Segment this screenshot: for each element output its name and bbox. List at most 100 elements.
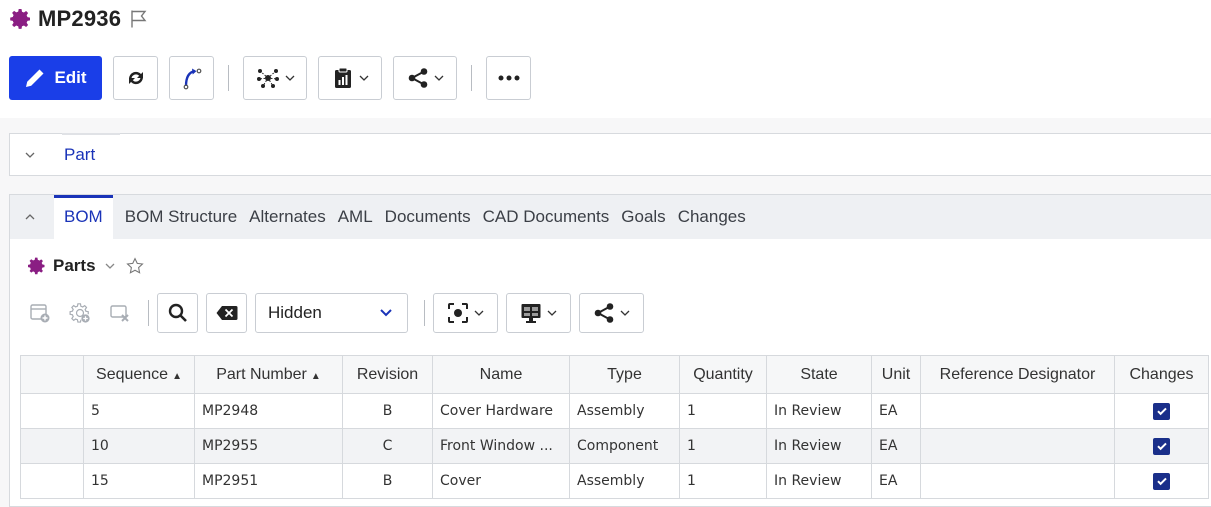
cell-revision[interactable]: B (342, 393, 433, 429)
chevron-down-icon[interactable] (104, 260, 116, 272)
flag-icon[interactable] (129, 8, 151, 30)
row-selector[interactable] (20, 393, 84, 429)
col-header-label: Sequence (96, 365, 169, 383)
col-header-unit[interactable]: Unit (871, 355, 921, 394)
cell-reference-designator[interactable] (920, 463, 1115, 499)
col-header-sequence[interactable]: Sequence ▲ (83, 355, 195, 394)
tab-changes[interactable]: Changes (678, 195, 746, 239)
cell-name[interactable]: Cover Hardware (432, 393, 570, 429)
checked-checkbox[interactable] (1153, 437, 1170, 455)
tab-bar: BOM BOM Structure Alternates AML Documen… (10, 195, 1211, 239)
cell-unit[interactable]: EA (871, 393, 921, 429)
cell-changes[interactable] (1114, 463, 1209, 499)
cell-state[interactable]: In Review (766, 463, 872, 499)
lifecycle-button[interactable] (169, 56, 214, 100)
cell-type[interactable]: Component (569, 428, 680, 464)
col-header-label: Part Number (216, 365, 307, 383)
cell-part-number[interactable]: MP2955 (194, 428, 343, 464)
table-row[interactable]: 10 MP2955 C Front Window ... Component 1… (20, 428, 1209, 464)
view-mode-select[interactable]: Hidden (255, 293, 408, 333)
toolbar-divider (148, 300, 149, 326)
cell-sequence[interactable]: 5 (83, 393, 195, 429)
cell-quantity[interactable]: 1 (679, 393, 767, 429)
cell-name[interactable]: Front Window ... (432, 428, 570, 464)
col-header-quantity[interactable]: Quantity (679, 355, 767, 394)
col-header-part-number[interactable]: Part Number ▲ (194, 355, 343, 394)
clear-search-button[interactable] (206, 293, 247, 333)
reports-dropdown[interactable] (318, 56, 382, 100)
expand-part-toggle[interactable] (10, 149, 50, 161)
add-existing-icon[interactable] (62, 295, 98, 331)
tab-cad-documents[interactable]: CAD Documents (483, 195, 610, 239)
cell-state[interactable]: In Review (766, 428, 872, 464)
cell-type[interactable]: Assembly (569, 393, 680, 429)
cell-sequence[interactable]: 10 (83, 428, 195, 464)
cell-changes[interactable] (1114, 428, 1209, 464)
structure-dropdown[interactable] (243, 56, 307, 100)
col-header-name[interactable]: Name (432, 355, 570, 394)
display-dropdown[interactable] (506, 293, 571, 333)
cell-unit[interactable]: EA (871, 463, 921, 499)
chevron-down-icon (359, 75, 368, 81)
part-section: Part (9, 133, 1211, 176)
main-toolbar: Edit (9, 56, 531, 100)
capture-dropdown[interactable] (433, 293, 498, 333)
add-new-row-icon[interactable] (22, 295, 58, 331)
tab-goals[interactable]: Goals (621, 195, 665, 239)
row-selector-header[interactable] (20, 355, 84, 394)
cell-name[interactable]: Cover (432, 463, 570, 499)
more-button[interactable] (486, 56, 531, 100)
relationships-panel: BOM BOM Structure Alternates AML Documen… (9, 194, 1211, 507)
table-row[interactable]: 15 MP2951 B Cover Assembly 1 In Review E… (20, 463, 1209, 499)
cell-type[interactable]: Assembly (569, 463, 680, 499)
parts-label: Parts (53, 256, 96, 275)
col-header-revision[interactable]: Revision (342, 355, 433, 394)
view-mode-value: Hidden (268, 303, 322, 322)
toolbar-divider (471, 65, 472, 91)
tab-alternates[interactable]: Alternates (249, 195, 326, 239)
refresh-button[interactable] (113, 56, 158, 100)
cell-changes[interactable] (1114, 393, 1209, 429)
star-icon[interactable] (125, 257, 144, 275)
col-header-changes[interactable]: Changes (1114, 355, 1209, 394)
collapse-tabs-toggle[interactable] (10, 211, 50, 223)
cell-reference-designator[interactable] (920, 393, 1115, 429)
cell-part-number[interactable]: MP2951 (194, 463, 343, 499)
tab-bom-structure[interactable]: BOM Structure (125, 195, 237, 239)
cell-reference-designator[interactable] (920, 428, 1115, 464)
checked-checkbox[interactable] (1153, 402, 1170, 420)
parts-header: Parts (27, 256, 144, 276)
share-icon (594, 303, 614, 323)
checked-checkbox[interactable] (1153, 472, 1170, 490)
table-header-row: Sequence ▲ Part Number ▲ Revision Name Typ… (20, 355, 1209, 394)
col-header-state[interactable]: State (766, 355, 872, 394)
col-header-reference-designator[interactable]: Reference Designator (920, 355, 1115, 394)
row-selector[interactable] (20, 428, 84, 464)
more-icon (498, 75, 519, 81)
tab-bom[interactable]: BOM (54, 195, 113, 239)
remove-row-icon[interactable] (102, 295, 138, 331)
col-header-type[interactable]: Type (569, 355, 680, 394)
search-button[interactable] (157, 293, 198, 333)
share-grid-dropdown[interactable] (579, 293, 644, 333)
row-selector[interactable] (20, 463, 84, 499)
cell-quantity[interactable]: 1 (679, 428, 767, 464)
part-section-label[interactable]: Part (64, 145, 95, 165)
chevron-down-icon (380, 309, 392, 317)
edit-button[interactable]: Edit (9, 56, 102, 100)
chevron-down-icon (434, 75, 443, 81)
cell-part-number[interactable]: MP2948 (194, 393, 343, 429)
table-row[interactable]: 5 MP2948 B Cover Hardware Assembly 1 In … (20, 393, 1209, 429)
cell-state[interactable]: In Review (766, 393, 872, 429)
focus-target-icon (448, 303, 468, 323)
cell-revision[interactable]: B (342, 463, 433, 499)
cell-quantity[interactable]: 1 (679, 463, 767, 499)
cell-unit[interactable]: EA (871, 428, 921, 464)
cell-sequence[interactable]: 15 (83, 463, 195, 499)
chevron-down-icon (474, 310, 484, 316)
tab-aml[interactable]: AML (338, 195, 373, 239)
tab-documents[interactable]: Documents (385, 195, 471, 239)
cell-revision[interactable]: C (342, 428, 433, 464)
part-gear-icon (8, 6, 34, 32)
share-dropdown[interactable] (393, 56, 457, 100)
